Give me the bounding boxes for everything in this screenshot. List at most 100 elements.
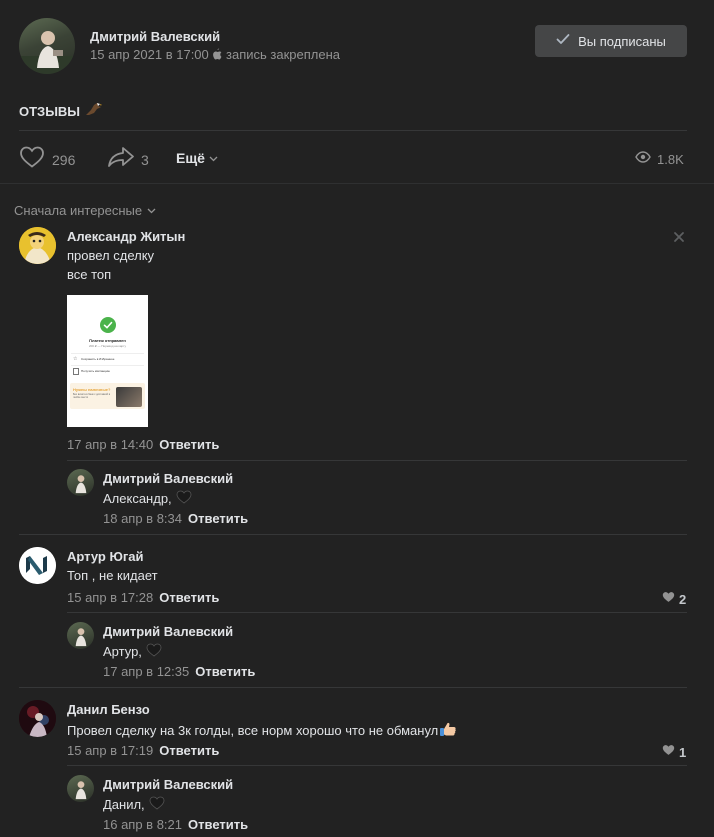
sort-dropdown[interactable]: Сначала интересные	[14, 201, 156, 219]
reply-footer: 18 апр в 8:34 Ответить	[103, 510, 248, 528]
reply-text-row: Александр,	[103, 490, 192, 507]
heart-icon	[662, 743, 675, 761]
comment-author[interactable]: Артур Югай	[67, 549, 144, 564]
post-text-row: ОТЗЫВЫ	[19, 101, 103, 122]
black-heart-emoji-icon	[176, 490, 192, 507]
comment-avatar[interactable]	[19, 700, 56, 737]
apple-icon	[212, 48, 222, 63]
comment-likes-count: 2	[679, 591, 687, 607]
person-photo-icon	[19, 31, 75, 74]
post-meta: 15 апр 2021 в 17:00 запись закреплена	[90, 47, 340, 63]
more-label: Ещё	[176, 150, 205, 166]
comment-date[interactable]: 15 апр в 17:28	[67, 590, 153, 605]
reply-date[interactable]: 16 апр в 8:21	[103, 817, 182, 832]
reply-text: Александр,	[103, 491, 172, 506]
comment-divider	[67, 460, 687, 461]
receipt-subtitle: 200 ₽ — Перевод на карту	[88, 344, 127, 348]
comment-photo-attachment[interactable]: Платеж отправлен 200 ₽ — Перевод на карт…	[67, 295, 148, 427]
receipt-promo-text: Без визита в банк с доставкой в любое ме…	[73, 393, 111, 399]
receipt-item-2: Получить квитанцию	[81, 369, 110, 373]
comment-author[interactable]: Александр Житын	[67, 229, 185, 244]
comment-author[interactable]: Данил Бензо	[67, 702, 150, 717]
reply-avatar[interactable]	[67, 775, 94, 802]
eagle-emoji-icon	[85, 101, 103, 122]
receipt-row: Получить квитанцию	[71, 365, 144, 376]
reply-button[interactable]: Ответить	[195, 664, 255, 679]
reply-text: Артур,	[103, 644, 142, 659]
chevron-down-icon	[147, 201, 156, 219]
reply-author[interactable]: Дмитрий Валевский	[103, 777, 233, 792]
person-photo-icon	[75, 628, 87, 647]
comment-date[interactable]: 17 апр в 14:40	[67, 437, 153, 452]
comment-text-line: провел сделку	[67, 248, 155, 263]
reply-button[interactable]: Ответить	[188, 511, 248, 526]
pinned-label: запись закреплена	[226, 47, 340, 62]
reply-button[interactable]: Ответить	[159, 590, 219, 605]
person-photo-icon	[75, 475, 87, 494]
post-footer-divider	[0, 183, 714, 184]
success-check-icon	[100, 317, 116, 333]
reply-button[interactable]: Ответить	[188, 817, 248, 832]
comment-text: Топ , не кидает	[67, 568, 158, 583]
comment-divider	[67, 765, 687, 766]
share-button[interactable]: 3	[107, 145, 149, 174]
person-photo-icon	[75, 781, 87, 800]
receipt-row: ☆ Сохранить в Избранное	[71, 353, 144, 364]
logo-n-icon	[19, 547, 56, 584]
comment-like-button[interactable]: 2	[662, 590, 686, 608]
black-heart-emoji-icon	[149, 796, 165, 813]
like-button[interactable]: 296	[19, 145, 75, 174]
views-counter: 1.8K	[635, 150, 684, 168]
comment-text: Провел сделку на 3к голды, все норм хоро…	[67, 723, 439, 738]
subscribe-label: Вы подписаны	[578, 33, 666, 49]
views-count: 1.8K	[657, 151, 684, 167]
likes-count: 296	[52, 151, 76, 168]
post-text-divider	[19, 130, 687, 131]
card-image-icon	[116, 387, 142, 407]
thread-divider	[19, 534, 687, 535]
comment-date[interactable]: 15 апр в 17:19	[67, 743, 153, 758]
heart-icon	[19, 145, 45, 174]
eye-icon	[635, 150, 651, 168]
comment-text-row: Провел сделку на 3к голды, все норм хоро…	[67, 721, 457, 740]
reply-footer: 17 апр в 12:35 Ответить	[103, 663, 255, 681]
comment-like-button[interactable]: 1	[662, 743, 686, 761]
comment-divider	[67, 612, 687, 613]
black-heart-emoji-icon	[146, 643, 162, 660]
thumbs-up-emoji-icon	[439, 721, 457, 740]
shares-count: 3	[141, 151, 149, 168]
post-date[interactable]: 15 апр 2021 в 17:00	[90, 47, 209, 62]
comment-avatar[interactable]	[19, 227, 56, 264]
reply-author[interactable]: Дмитрий Валевский	[103, 471, 233, 486]
check-icon	[556, 32, 570, 50]
reply-date[interactable]: 18 апр в 8:34	[103, 511, 182, 526]
star-icon: ☆	[73, 356, 78, 362]
more-button[interactable]: Ещё	[176, 149, 218, 167]
reply-text: Данил,	[103, 797, 145, 812]
cartoon-avatar-icon	[19, 227, 56, 264]
reply-date[interactable]: 17 апр в 12:35	[103, 664, 189, 679]
comment-text-line: все топ	[67, 267, 112, 282]
post-author-name[interactable]: Дмитрий Валевский	[90, 29, 220, 44]
comment-avatar[interactable]	[19, 547, 56, 584]
subscribe-button[interactable]: Вы подписаны	[535, 25, 687, 57]
reply-button[interactable]: Ответить	[159, 743, 219, 758]
reply-avatar[interactable]	[67, 622, 94, 649]
receipt-item-1: Сохранить в Избранное	[81, 357, 115, 361]
reply-footer: 16 апр в 8:21 Ответить	[103, 816, 248, 834]
receipt-promo-title: Нужны наличные?	[73, 387, 111, 392]
chevron-down-icon	[209, 149, 218, 167]
receipt-title: Платеж отправлен	[89, 338, 126, 343]
post-text: ОТЗЫВЫ	[19, 104, 81, 119]
dark-photo-icon	[19, 700, 56, 737]
reply-text-row: Артур,	[103, 643, 162, 660]
reply-button[interactable]: Ответить	[159, 437, 219, 452]
sort-label: Сначала интересные	[14, 202, 143, 218]
comment-likes-count: 1	[679, 744, 687, 760]
comment-footer: 15 апр в 17:19 Ответить	[67, 742, 219, 760]
post-author-avatar[interactable]	[19, 18, 75, 74]
close-icon[interactable]	[673, 230, 685, 248]
reply-avatar[interactable]	[67, 469, 94, 496]
receipt-promo: Нужны наличные? Без визита в банк с дост…	[70, 383, 145, 409]
reply-author[interactable]: Дмитрий Валевский	[103, 624, 233, 639]
